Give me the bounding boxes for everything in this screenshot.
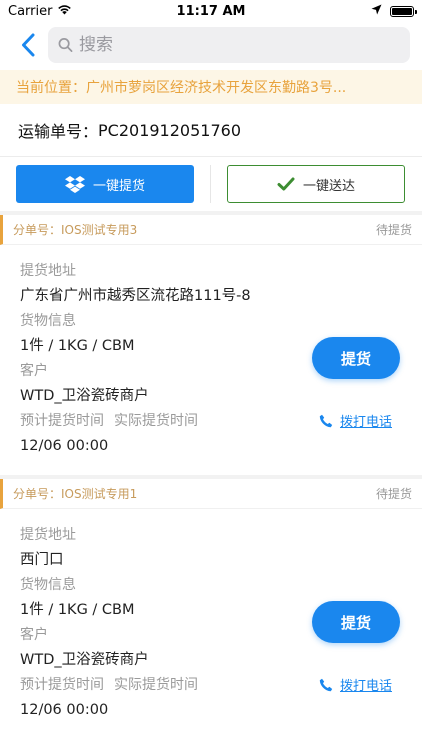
check-icon (277, 177, 295, 191)
sub-order-number: 分单号：IOS测试专用3 (13, 223, 138, 237)
call-phone-link[interactable]: 拨打电话 (319, 411, 392, 430)
search-icon (58, 38, 73, 52)
order-card-body: 提货地址 广东省广州市越秀区流花路111号-8 货物信息 1件 / 1KG / … (0, 245, 422, 475)
call-phone-link[interactable]: 拨打电话 (319, 675, 392, 694)
actions-divider (210, 165, 211, 203)
order-card-header: 分单号：IOS测试专用3 待提货 (0, 215, 422, 245)
pickup-address-value: 广东省广州市越秀区流花路111号-8 (20, 288, 251, 304)
wifi-icon (57, 4, 72, 19)
waybill-number: PC201912051760 (98, 120, 241, 140)
deliver-all-label: 一键送达 (302, 178, 355, 194)
goods-info-label: 货物信息 (20, 577, 76, 593)
search-box[interactable] (48, 27, 410, 63)
order-card-body: 提货地址 西门口 货物信息 1件 / 1KG / CBM 客户 WTD_卫浴瓷砖… (0, 509, 422, 739)
planned-time-label: 预计提货时间 (20, 677, 104, 693)
location-arrow-icon (371, 4, 382, 19)
nav-bar (0, 24, 422, 66)
battery-icon (390, 5, 417, 17)
pickup-button[interactable]: 提货 (312, 601, 400, 643)
search-input[interactable] (79, 35, 400, 55)
order-status: 待提货 (375, 223, 412, 237)
pickup-address-label: 提货地址 (20, 263, 76, 279)
actual-time-label: 实际提货时间 (114, 677, 198, 693)
planned-time-value: 12/06 00:00 (20, 702, 109, 718)
current-location-text: 当前位置：广州市萝岗区经济技术开发区东勤路3号... (16, 80, 347, 96)
chevron-left-icon (22, 33, 35, 57)
phone-icon (319, 414, 333, 427)
planned-time-value: 12/06 00:00 (20, 438, 109, 454)
current-location-bar: 当前位置：广州市萝岗区经济技术开发区东勤路3号... (0, 70, 422, 104)
customer-value: WTD_卫浴瓷砖商户 (20, 652, 149, 668)
status-left: Carrier (8, 4, 72, 19)
pickup-address-value: 西门口 (20, 552, 64, 568)
actual-time-label: 实际提货时间 (114, 413, 198, 429)
status-bar: Carrier 11:17 AM (0, 0, 422, 22)
order-card: 分单号：IOS测试专用1 待提货 提货地址 西门口 货物信息 1件 / 1KG … (0, 479, 422, 739)
order-card: 分单号：IOS测试专用3 待提货 提货地址 广东省广州市越秀区流花路111号-8… (0, 215, 422, 475)
status-right (371, 4, 417, 19)
dropbox-box-icon (64, 176, 85, 193)
pickup-address-label: 提货地址 (20, 527, 76, 543)
carrier-label: Carrier (8, 3, 53, 19)
pickup-all-label: 一键提货 (92, 178, 145, 194)
battery-fill (392, 7, 412, 15)
goods-info-label: 货物信息 (20, 313, 76, 329)
phone-icon (319, 678, 333, 691)
sub-order-number: 分单号：IOS测试专用1 (13, 487, 138, 501)
order-status: 待提货 (375, 487, 412, 501)
planned-time-label: 预计提货时间 (20, 413, 104, 429)
bulk-actions: 一键提货 一键送达 (0, 157, 422, 211)
call-phone-label: 拨打电话 (339, 415, 392, 430)
pickup-button[interactable]: 提货 (312, 337, 400, 379)
waybill-label: 运输单号： (18, 122, 99, 141)
waybill-row: 运输单号： PC201912051760 (0, 104, 422, 156)
call-phone-label: 拨打电话 (339, 679, 392, 694)
pickup-all-button[interactable]: 一键提货 (16, 165, 194, 203)
deliver-all-button[interactable]: 一键送达 (227, 165, 405, 203)
back-button[interactable] (16, 30, 40, 60)
customer-value: WTD_卫浴瓷砖商户 (20, 388, 149, 404)
order-card-header: 分单号：IOS测试专用1 待提货 (0, 479, 422, 509)
